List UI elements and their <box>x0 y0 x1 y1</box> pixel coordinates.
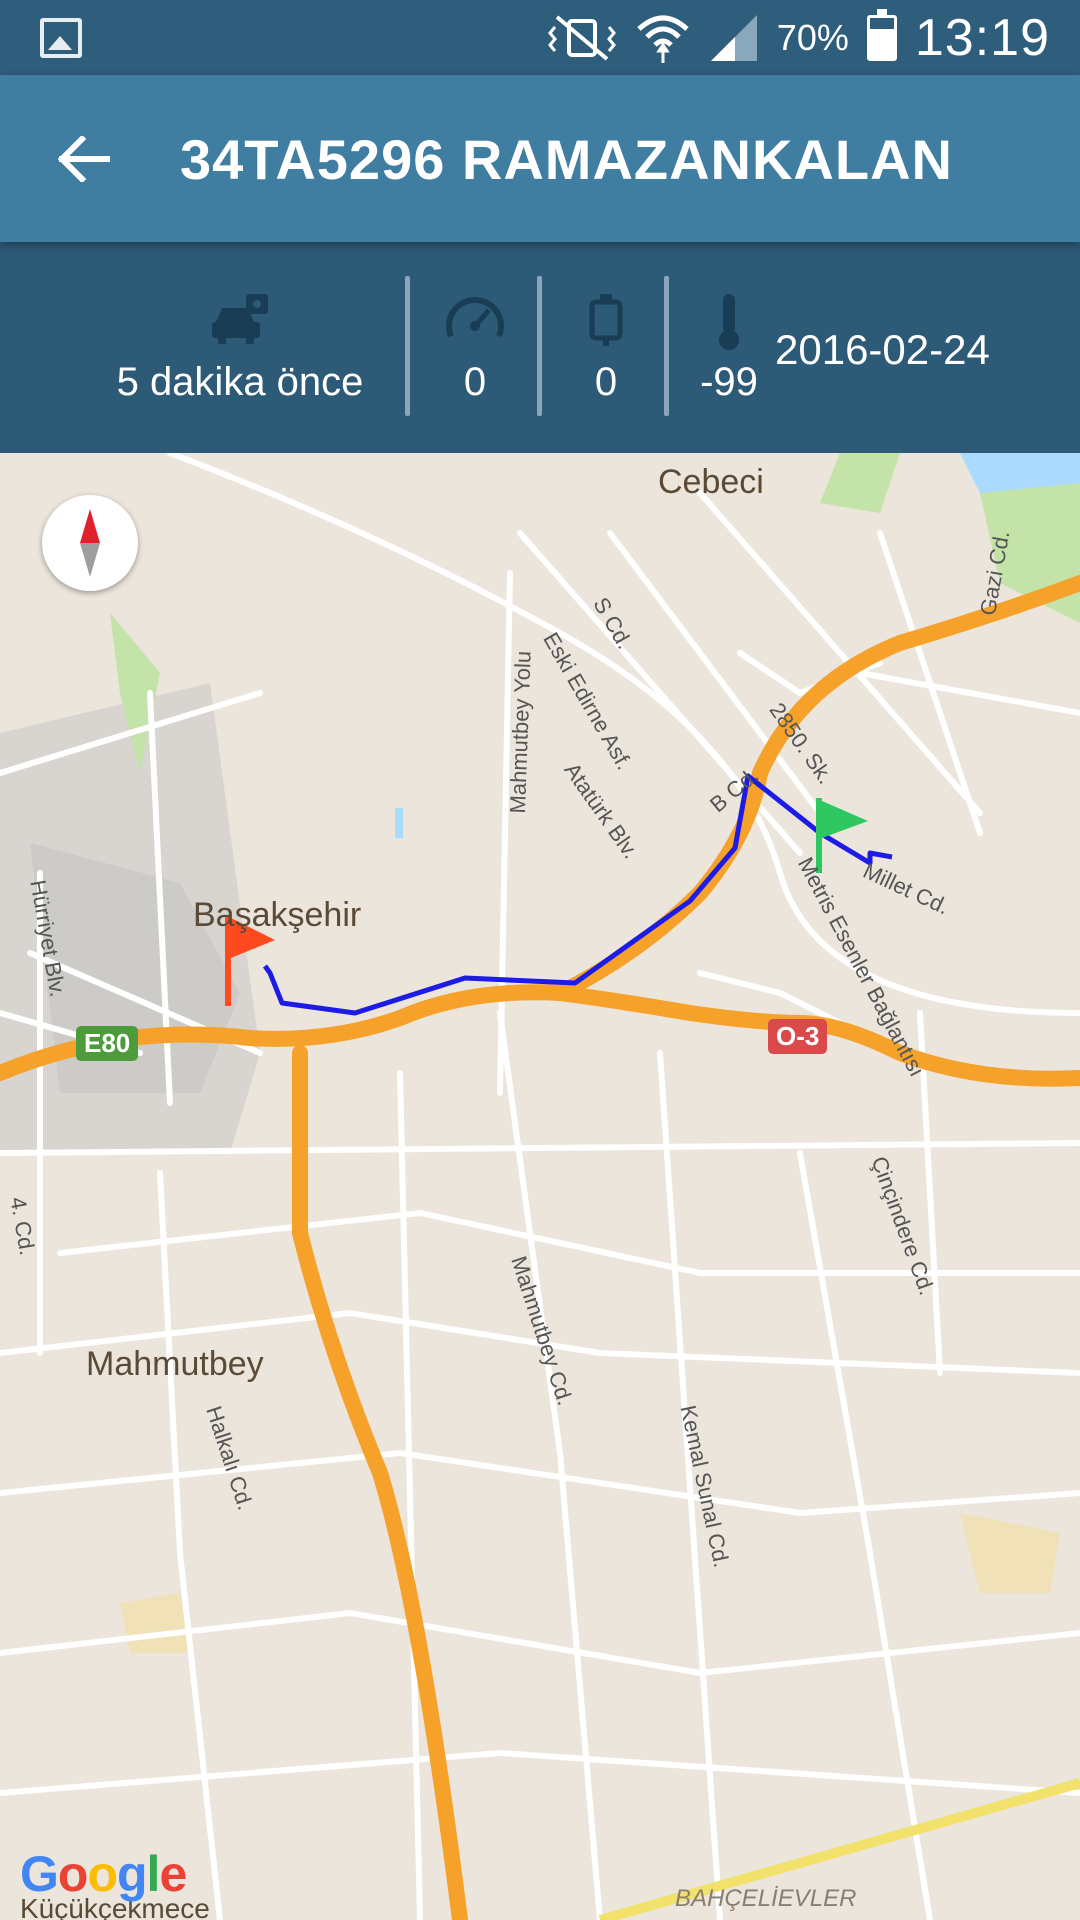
car-gps-icon <box>212 294 268 344</box>
fuel-cell: 0 <box>542 242 670 453</box>
place-label: Mahmutbey <box>86 1345 264 1383</box>
thermometer-icon <box>719 294 739 350</box>
battery-percent: 70% <box>776 17 849 58</box>
temperature-value: -99 <box>700 360 758 404</box>
vibrate-mute-icon <box>547 15 616 61</box>
speed-value: 0 <box>463 360 487 404</box>
gallery-icon <box>40 18 82 58</box>
back-button[interactable] <box>48 123 120 195</box>
vehicle-info-panel: 5 dakika önce 0 0 -99 2016-02-24 <box>0 242 1080 453</box>
arrow-back-icon <box>58 136 110 182</box>
battery-icon <box>866 9 897 61</box>
speedometer-icon <box>446 297 504 338</box>
app-bar: 34TA5296 RAMAZANKALAN <box>0 75 1080 242</box>
place-label: Başakşehir <box>193 896 362 934</box>
page-title: 34TA5296 RAMAZANKALAN <box>180 128 953 191</box>
wifi-icon <box>637 15 689 63</box>
map-view[interactable]: Cebeci Başakşehir Mahmutbey Küçükçekmece… <box>0 453 1080 1920</box>
compass-icon <box>80 509 100 577</box>
end-flag-icon <box>816 798 868 873</box>
road-shield-o3: O-3 <box>768 1019 828 1054</box>
status-bar: 70% 13:19 <box>0 0 1080 75</box>
fuel-value: 0 <box>594 360 618 404</box>
temperature-cell: -99 <box>669 242 789 453</box>
signal-icon <box>710 15 757 61</box>
compass-button[interactable] <box>42 495 138 591</box>
place-label: BAHÇELİEVLER <box>675 1885 857 1912</box>
last-update-value: 5 dakika önce <box>116 360 364 404</box>
map-background <box>0 453 1080 1920</box>
last-update-cell: 5 dakika önce <box>100 242 380 453</box>
place-label: Cebeci <box>658 463 764 501</box>
status-icons: 70% 13:19 <box>547 8 1050 68</box>
road-shield-e80: E80 <box>76 1026 139 1061</box>
speed-cell: 0 <box>410 242 540 453</box>
clock: 13:19 <box>914 9 1050 67</box>
fuel-icon <box>589 294 623 346</box>
date-value: 2016-02-24 <box>775 326 990 373</box>
google-logo: Google <box>20 1846 187 1902</box>
